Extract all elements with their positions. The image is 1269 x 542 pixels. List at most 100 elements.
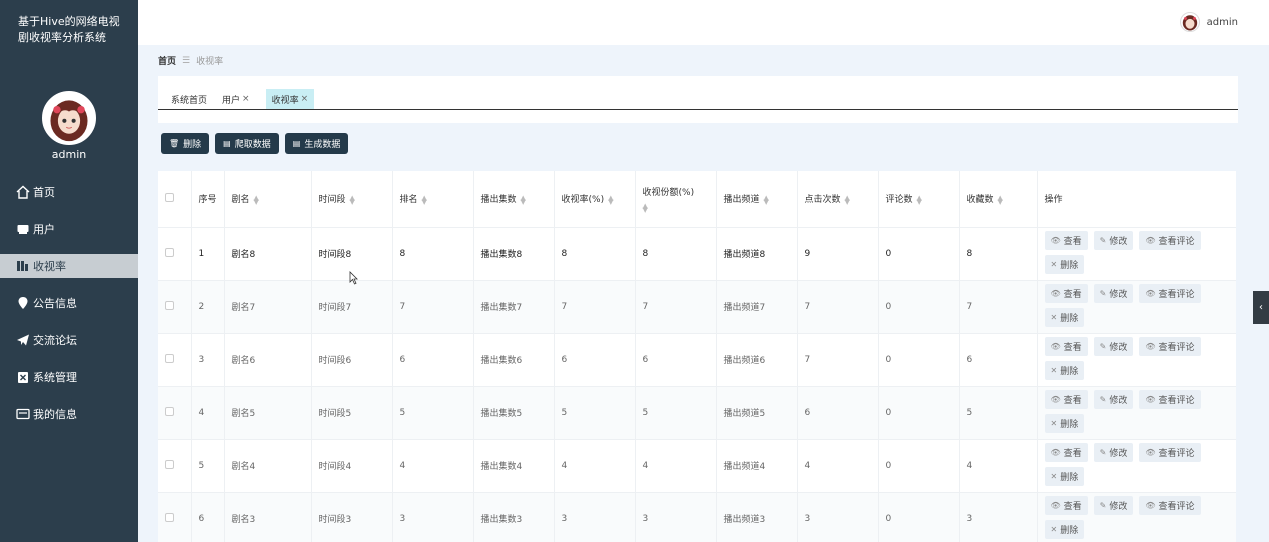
table-cell: 剧名3 [224, 492, 312, 542]
sidebar-item-user[interactable]: 用户 [0, 217, 138, 241]
sort-icon[interactable]: ▲ ▼ [254, 194, 259, 205]
view-comments-button[interactable]: 👁 查看评论 [1139, 284, 1201, 303]
table-cell: 5 [554, 386, 636, 440]
close-icon[interactable]: × [301, 94, 309, 104]
location-pin-icon [16, 296, 30, 310]
sidebar-item-announcements[interactable]: 公告信息 [0, 291, 138, 315]
table-cell: 7 [797, 333, 879, 387]
edit-button[interactable]: ✎ 修改 [1093, 496, 1134, 515]
row-delete-button[interactable]: ✕ 删除 [1044, 255, 1085, 274]
view-comments-button[interactable]: 👁 查看评论 [1139, 231, 1201, 250]
sidebar-item-system[interactable]: 系统管理 [0, 365, 138, 389]
row-actions-cell: 👁 查看 ✎ 修改 👁 查看评论 ✕ 删除 [1037, 280, 1236, 334]
generate-data-button[interactable]: ▤ 生成数据 [284, 133, 349, 154]
edit-button[interactable]: ✎ 修改 [1093, 390, 1134, 409]
sort-icon[interactable]: ▲ ▼ [764, 194, 769, 205]
avatar[interactable] [42, 91, 96, 145]
column-header[interactable]: 播出频道 ▲ ▼ [716, 171, 798, 228]
view-button[interactable]: 👁 查看 [1044, 496, 1088, 515]
column-header[interactable]: 收视率(%) ▲ ▼ [554, 171, 636, 228]
sort-icon[interactable]: ▲ ▼ [643, 203, 648, 214]
sort-icon[interactable]: ▲ ▼ [608, 194, 613, 205]
tab-user[interactable]: 用户 × [216, 89, 256, 109]
edit-button[interactable]: ✎ 修改 [1093, 443, 1134, 462]
select-all-checkbox[interactable] [165, 192, 174, 202]
edit-button[interactable]: ✎ 修改 [1093, 231, 1134, 250]
column-header[interactable]: 收藏数 ▲ ▼ [959, 171, 1038, 228]
close-icon[interactable]: × [242, 94, 250, 104]
mouse-cursor-icon [349, 271, 358, 285]
table-cell: 3 [959, 492, 1038, 542]
row-delete-button[interactable]: ✕ 删除 [1044, 467, 1085, 486]
table-cell: 播出集数4 [473, 439, 555, 493]
row-delete-button[interactable]: ✕ 删除 [1044, 414, 1085, 433]
column-header[interactable]: 评论数 ▲ ▼ [878, 171, 960, 228]
column-header[interactable]: 收视份额(%) ▲ ▼ [635, 171, 717, 228]
sort-icon[interactable]: ▲ ▼ [521, 194, 526, 205]
sidebar-item-ratings[interactable]: 收视率 [0, 254, 138, 278]
row-checkbox[interactable] [165, 247, 174, 257]
edit-button[interactable]: ✎ 修改 [1093, 337, 1134, 356]
view-button[interactable]: 👁 查看 [1044, 390, 1088, 409]
sort-icon[interactable]: ▲ ▼ [998, 194, 1003, 205]
close-icon: ✕ [1050, 260, 1058, 269]
table-cell: 0 [878, 227, 960, 281]
sort-icon[interactable]: ▲ ▼ [845, 194, 850, 205]
sidebar-item-forum[interactable]: 交流论坛 [0, 328, 138, 352]
tab-ratings[interactable]: 收视率 × [265, 89, 315, 109]
table-cell: 4 [959, 439, 1038, 493]
sidebar-item-label: 用户 [33, 223, 55, 236]
paper-plane-icon [16, 333, 30, 347]
column-header[interactable]: 播出集数 ▲ ▼ [473, 171, 555, 228]
breadcrumb-home[interactable]: 首页 [158, 54, 176, 67]
row-delete-button[interactable]: ✕ 删除 [1044, 361, 1085, 380]
sort-icon[interactable]: ▲ ▼ [350, 194, 355, 205]
toolbar: 🗑 删除 ▤ 爬取数据 ▤ 生成数据 [161, 133, 354, 154]
column-header[interactable]: 点击次数 ▲ ▼ [797, 171, 879, 228]
row-checkbox[interactable] [165, 300, 174, 310]
row-checkbox[interactable] [165, 459, 174, 469]
row-delete-button[interactable]: ✕ 删除 [1044, 308, 1085, 327]
table-cell: 6 [191, 492, 225, 542]
view-comments-button[interactable]: 👁 查看评论 [1139, 496, 1201, 515]
table-cell: 时间段4 [311, 439, 393, 493]
edit-button[interactable]: ✎ 修改 [1093, 284, 1134, 303]
table-cell: 6 [959, 333, 1038, 387]
table-row: 1 剧名8 时间段8 8 播出集数8 8 8 播出频道8 9 0 8 👁 查看 ✎ 修改 👁 查看评论 ✕ 删除 [158, 227, 1236, 281]
table-row: 2 剧名7 时间段7 7 播出集数7 7 7 播出频道7 7 0 7 👁 查看 ✎ 修改 👁 查看评论 ✕ 删除 [158, 280, 1236, 334]
column-header[interactable]: 剧名 ▲ ▼ [224, 171, 312, 228]
crawl-data-button[interactable]: ▤ 爬取数据 [215, 133, 279, 154]
row-checkbox[interactable] [165, 406, 174, 416]
edit-icon: ✎ [1099, 342, 1107, 351]
sort-icon[interactable]: ▲ ▼ [422, 194, 427, 205]
sort-icon[interactable]: ▲ ▼ [917, 194, 922, 205]
header-user-menu[interactable]: admin [1179, 12, 1238, 32]
view-comments-button[interactable]: 👁 查看评论 [1139, 337, 1201, 356]
view-button[interactable]: 👁 查看 [1044, 443, 1088, 462]
view-button[interactable]: 👁 查看 [1044, 284, 1088, 303]
sidebar-item-profile[interactable]: 我的信息 [0, 402, 138, 426]
tab-home[interactable]: 系统首页 [165, 89, 213, 109]
eye-icon: 👁 [1050, 342, 1061, 351]
column-header[interactable]: 排名 ▲ ▼ [392, 171, 474, 228]
view-comments-button[interactable]: 👁 查看评论 [1139, 390, 1201, 409]
table-row: 5 剧名4 时间段4 4 播出集数4 4 4 播出频道4 4 0 4 👁 查看 ✎ 修改 👁 查看评论 ✕ 删除 [158, 439, 1236, 493]
table-cell: 3 [392, 492, 474, 542]
table-cell: 6 [797, 386, 879, 440]
database-icon: ▤ [223, 139, 231, 148]
view-button[interactable]: 👁 查看 [1044, 231, 1088, 250]
delete-button[interactable]: 🗑 删除 [161, 133, 210, 154]
row-checkbox[interactable] [165, 512, 174, 522]
column-header[interactable]: 时间段 ▲ ▼ [311, 171, 393, 228]
view-comments-button[interactable]: 👁 查看评论 [1139, 443, 1201, 462]
view-button[interactable]: 👁 查看 [1044, 337, 1088, 356]
table-cell: 4 [797, 439, 879, 493]
collapse-handle[interactable]: ‹ [1253, 291, 1269, 324]
row-checkbox[interactable] [165, 353, 174, 363]
bar-chart-icon [16, 259, 30, 273]
row-delete-button[interactable]: ✕ 删除 [1044, 520, 1085, 539]
table-cell: 6 [554, 333, 636, 387]
sidebar-item-home[interactable]: 首页 [0, 180, 138, 204]
row-select-cell [158, 227, 192, 281]
eye-icon: 👁 [1050, 448, 1061, 457]
